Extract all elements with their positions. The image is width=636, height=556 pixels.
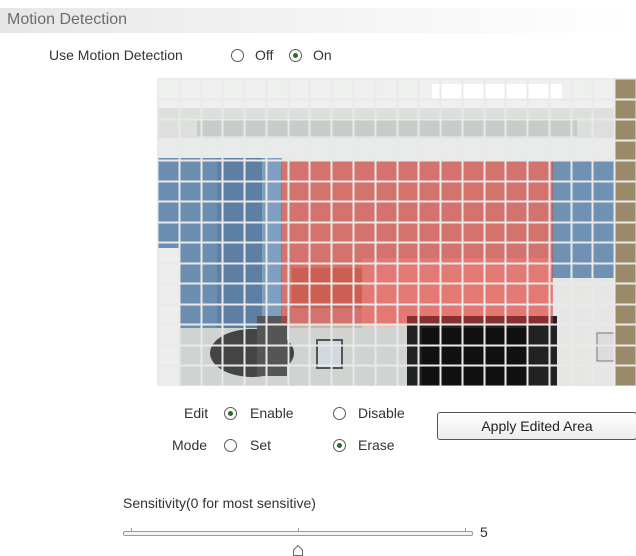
sensitivity-value: 5 — [480, 524, 488, 540]
edit-enable-radio[interactable] — [224, 407, 237, 420]
slider-tick-max — [465, 528, 466, 532]
edit-disable-label[interactable]: Disable — [358, 405, 405, 421]
use-motion-on-label[interactable]: On — [313, 47, 332, 63]
camera-preview[interactable] — [157, 78, 636, 386]
use-motion-off-label[interactable]: Off — [255, 47, 273, 63]
slider-tick-mid — [298, 528, 299, 532]
section-title: Motion Detection — [7, 11, 128, 28]
mode-set-label[interactable]: Set — [250, 437, 271, 453]
sensitivity-slider-thumb[interactable] — [293, 545, 303, 556]
sensitivity-label: Sensitivity(0 for most sensitive) — [123, 495, 316, 511]
mode-set-radio[interactable] — [224, 439, 237, 452]
edit-disable-radio[interactable] — [333, 407, 346, 420]
camera-image[interactable] — [157, 78, 636, 386]
use-motion-detection-label: Use Motion Detection — [49, 47, 183, 63]
slider-tick-min — [131, 528, 132, 532]
use-motion-off-radio[interactable] — [231, 49, 244, 62]
mode-erase-label[interactable]: Erase — [358, 437, 395, 453]
mode-erase-radio[interactable] — [333, 439, 346, 452]
apply-edited-area-button[interactable]: Apply Edited Area — [437, 412, 636, 440]
use-motion-on-radio[interactable] — [289, 49, 302, 62]
edit-label: Edit — [184, 405, 209, 421]
mode-label: Mode — [172, 437, 208, 453]
edit-enable-label[interactable]: Enable — [250, 405, 294, 421]
